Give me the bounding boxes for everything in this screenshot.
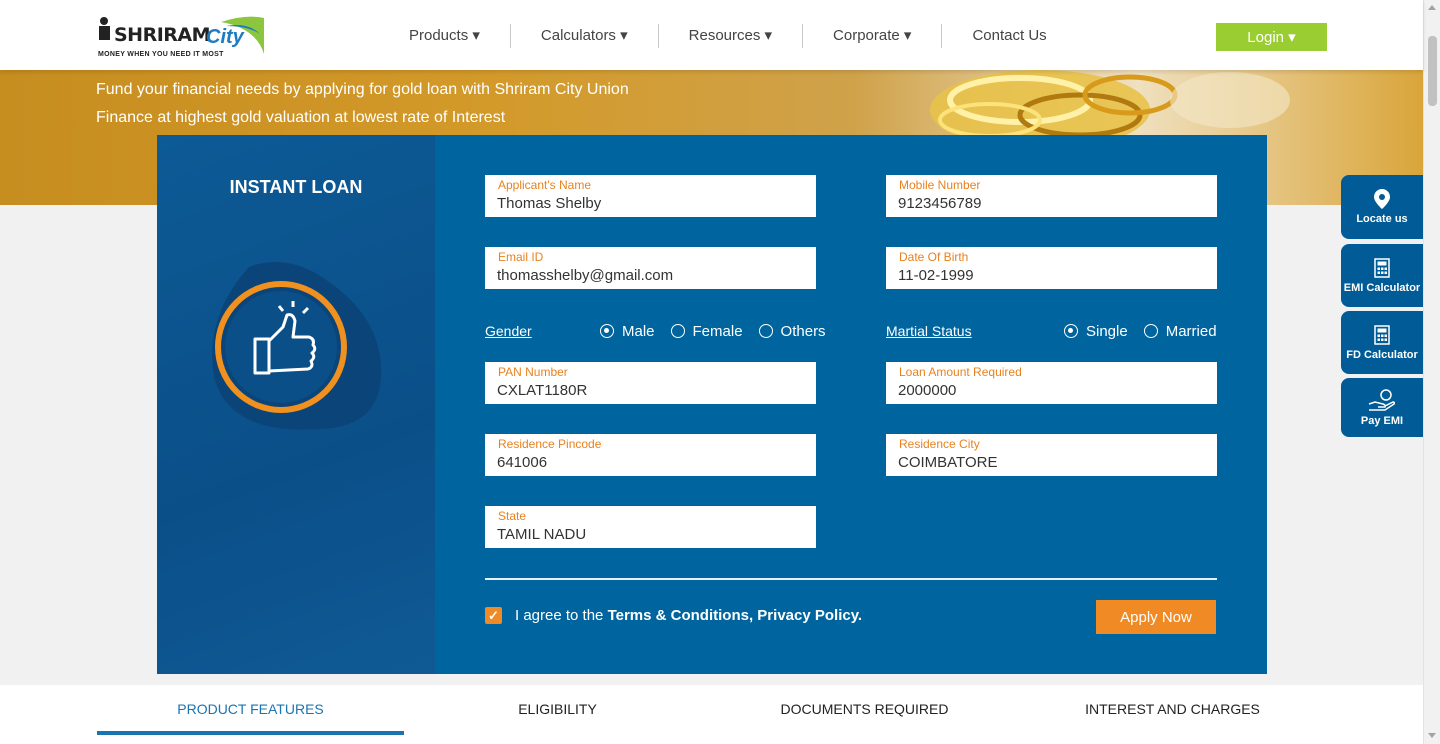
- marital-status-label: Martial Status: [886, 323, 972, 339]
- gender-label: Gender: [485, 323, 532, 339]
- nav-corporate[interactable]: Corporate ▾: [803, 24, 941, 48]
- page-scrollbar[interactable]: [1423, 0, 1440, 744]
- residence-city-input[interactable]: COIMBATORE: [898, 454, 997, 471]
- dob-label: Date Of Birth: [899, 250, 969, 264]
- apply-now-button[interactable]: Apply Now: [1096, 600, 1216, 634]
- nav-contact-us[interactable]: Contact Us: [942, 24, 1076, 48]
- tab-interest-and-charges[interactable]: INTEREST AND CHARGES: [1019, 685, 1326, 735]
- pan-number-field[interactable]: PAN Number CXLAT1180R: [485, 362, 816, 404]
- residence-city-label: Residence City: [899, 437, 980, 451]
- pincode-label: Residence Pincode: [498, 437, 602, 451]
- dob-field[interactable]: Date Of Birth 11-02-1999: [886, 247, 1217, 289]
- marital-status-radio-group: Martial Status Single Married: [886, 321, 1217, 341]
- loan-form-left-panel: INSTANT LOAN: [157, 135, 435, 674]
- state-label: State: [498, 509, 527, 523]
- state-input[interactable]: TAMIL NADU: [497, 526, 586, 543]
- terms-checkbox[interactable]: ✓: [485, 607, 502, 624]
- tab-product-features[interactable]: PRODUCT FEATURES: [97, 685, 404, 735]
- dob-input[interactable]: 11-02-1999: [898, 267, 974, 284]
- tab-eligibility[interactable]: ELIGIBILITY: [404, 685, 711, 735]
- tab-documents-required[interactable]: DOCUMENTS REQUIRED: [711, 685, 1018, 735]
- locate-us-label: Locate us: [1356, 213, 1408, 225]
- applicant-name-label: Applicant's Name: [498, 178, 591, 192]
- side-widget-fd-calculator[interactable]: FD Calculator: [1341, 311, 1423, 374]
- residence-city-field[interactable]: Residence City COIMBATORE: [886, 434, 1217, 476]
- logo-text-shriram: SHRIRAM: [114, 24, 211, 46]
- applicant-name-field[interactable]: Applicant's Name Thomas Shelby: [485, 175, 816, 217]
- gender-option-others[interactable]: Others: [758, 322, 826, 340]
- radio-female[interactable]: [670, 324, 685, 338]
- radio-married[interactable]: [1143, 324, 1158, 338]
- state-field[interactable]: State TAMIL NADU: [485, 506, 816, 548]
- gender-male-label: Male: [622, 322, 655, 340]
- loan-amount-label: Loan Amount Required: [899, 365, 1022, 379]
- mobile-number-label: Mobile Number: [899, 178, 981, 192]
- thumbs-up-icon: [212, 262, 382, 430]
- mobile-number-field[interactable]: Mobile Number 9123456789: [886, 175, 1217, 217]
- gender-radio-group: Gender Male Female Others: [485, 321, 826, 341]
- side-widget-locate-us[interactable]: Locate us: [1341, 175, 1423, 239]
- banner-text: Fund your financial needs by applying fo…: [96, 76, 656, 132]
- nav-resources[interactable]: Resources ▾: [659, 24, 802, 48]
- pincode-field[interactable]: Residence Pincode 641006: [485, 434, 816, 476]
- pan-number-label: PAN Number: [498, 365, 568, 379]
- pan-number-input[interactable]: CXLAT1180R: [497, 382, 587, 399]
- radio-single[interactable]: [1064, 324, 1078, 338]
- pincode-input[interactable]: 641006: [497, 454, 547, 471]
- side-widget-emi-calculator[interactable]: EMI Calculator: [1341, 244, 1423, 307]
- gender-female-label: Female: [692, 322, 743, 340]
- scrollbar-thumb[interactable]: [1428, 36, 1437, 106]
- loan-amount-field[interactable]: Loan Amount Required 2000000: [886, 362, 1217, 404]
- emi-calculator-label: EMI Calculator: [1343, 281, 1421, 294]
- gender-option-female[interactable]: Female: [670, 322, 743, 340]
- scroll-down-arrow-icon[interactable]: [1428, 733, 1436, 738]
- banner-text-line1: Fund your financial needs by applying fo…: [96, 81, 629, 98]
- hand-coin-icon: [1368, 388, 1396, 411]
- nav-calculators[interactable]: Calculators ▾: [511, 24, 658, 48]
- shriram-city-logo[interactable]: SHRIRAM City MONEY WHEN YOU NEED IT MOST: [96, 14, 266, 60]
- mobile-number-input[interactable]: 9123456789: [898, 195, 981, 212]
- logo-tagline: MONEY WHEN YOU NEED IT MOST: [98, 51, 224, 58]
- email-label: Email ID: [498, 250, 544, 264]
- calculator-icon: [1374, 257, 1390, 278]
- terms-agreement: ✓ I agree to the Terms & Conditions, Pri…: [485, 607, 862, 624]
- radio-others[interactable]: [758, 324, 773, 338]
- terms-privacy-link[interactable]: Terms & Conditions, Privacy Policy.: [608, 607, 863, 624]
- loan-amount-input[interactable]: 2000000: [898, 382, 956, 399]
- marital-option-single[interactable]: Single: [1064, 323, 1128, 340]
- marital-single-label: Single: [1086, 322, 1128, 340]
- logo-text-city: City: [206, 26, 244, 48]
- email-field[interactable]: Email ID thomasshelby@gmail.com: [485, 247, 816, 289]
- banner-text-line2: Finance at highest gold valuation at low…: [96, 109, 506, 126]
- side-widget-pay-emi[interactable]: Pay EMI: [1341, 378, 1423, 437]
- marital-option-married[interactable]: Married: [1143, 322, 1217, 340]
- instant-loan-form: INSTANT LOAN Applicant's Name Thomas She…: [157, 135, 1267, 674]
- login-button[interactable]: Login ▾: [1216, 23, 1327, 51]
- logo-figure-icon: [99, 17, 110, 40]
- main-nav: Products ▾ Calculators ▾ Resources ▾ Cor…: [380, 24, 1077, 48]
- marital-married-label: Married: [1165, 322, 1217, 340]
- gender-option-male[interactable]: Male: [600, 323, 655, 340]
- form-divider: [485, 578, 1217, 580]
- gender-others-label: Others: [780, 322, 826, 340]
- site-header: SHRIRAM City MONEY WHEN YOU NEED IT MOST…: [0, 0, 1423, 70]
- instant-loan-title: INSTANT LOAN: [229, 177, 363, 197]
- product-tabs: PRODUCT FEATURES ELIGIBILITY DOCUMENTS R…: [0, 685, 1423, 744]
- scroll-up-arrow-icon[interactable]: [1428, 5, 1436, 10]
- pay-emi-label: Pay EMI: [1360, 414, 1404, 427]
- email-input[interactable]: thomasshelby@gmail.com: [497, 267, 673, 284]
- fd-calculator-label: FD Calculator: [1346, 348, 1418, 361]
- applicant-name-input[interactable]: Thomas Shelby: [497, 195, 601, 212]
- nav-products[interactable]: Products ▾: [380, 24, 510, 48]
- calculator-icon: [1374, 324, 1390, 345]
- agree-prefix-text: I agree to the: [515, 607, 608, 624]
- map-pin-icon: [1374, 189, 1390, 209]
- gold-jewellery-image: [930, 70, 1290, 140]
- radio-male[interactable]: [600, 324, 614, 338]
